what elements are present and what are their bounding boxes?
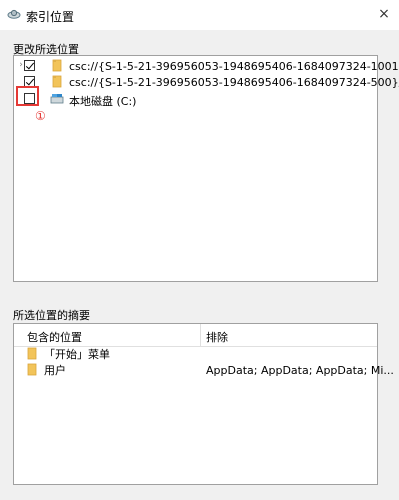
table-row: 「开始」菜单 <box>14 345 377 361</box>
window-title: 索引位置 <box>26 10 75 24</box>
included-location: 用户 <box>44 364 66 377</box>
close-button[interactable]: × <box>369 0 399 30</box>
indexing-options-icon <box>7 9 21 19</box>
column-divider <box>200 324 201 346</box>
included-location: 「开始」菜单 <box>44 348 110 361</box>
folder-icon <box>27 347 37 360</box>
close-icon: × <box>378 6 390 22</box>
tree-item-csc-1001[interactable]: › csc://{S-1-5-21-396956053-1948695406-1… <box>14 57 399 75</box>
summary-label: 所选位置的摘要 <box>13 309 90 322</box>
drive-icon <box>50 94 64 104</box>
annotation-marker: ① <box>35 109 46 123</box>
summary-table: 包含的位置 排除 「开始」菜单 用户 AppData; AppData; App… <box>13 323 394 485</box>
tree-item-label: 本地磁盘 (C:) <box>69 95 137 108</box>
table-header: 包含的位置 排除 <box>14 324 377 347</box>
tree-item-label: csc://{S-1-5-21-396956053-1948695406-168… <box>69 60 399 73</box>
table-row: 用户 AppData; AppData; AppData; Mi... <box>14 361 394 377</box>
checkbox-csc-1001[interactable] <box>24 60 35 71</box>
locations-tree[interactable]: › csc://{S-1-5-21-396956053-1948695406-1… <box>13 55 399 282</box>
folder-icon <box>52 75 62 88</box>
column-header-included: 包含的位置 <box>27 331 82 344</box>
title-bar: 索引位置 × <box>0 0 399 30</box>
tree-item-label: csc://{S-1-5-21-396956053-1948695406-168… <box>69 76 399 89</box>
tree-item-local-disk-c[interactable]: 本地磁盘 (C:) <box>14 90 377 108</box>
folder-icon <box>52 59 62 72</box>
excluded-locations: AppData; AppData; AppData; Mi... <box>206 364 394 377</box>
column-header-excluded: 排除 <box>206 331 228 344</box>
highlight-box <box>16 86 39 106</box>
folder-icon <box>27 363 37 376</box>
